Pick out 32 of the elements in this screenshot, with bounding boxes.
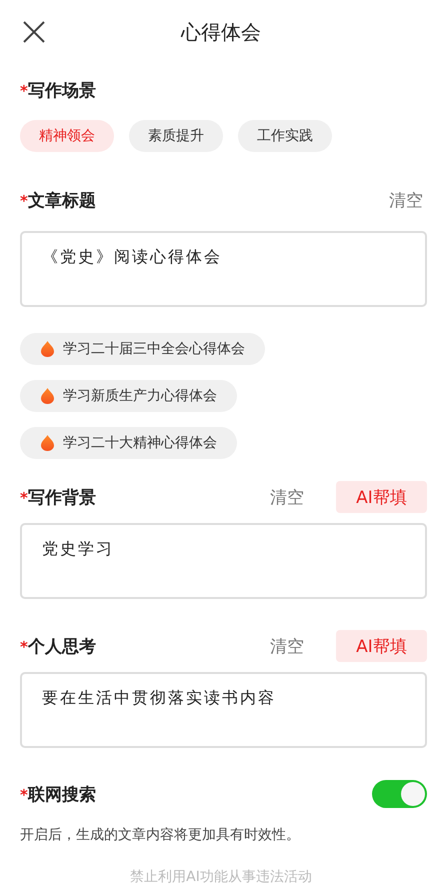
scene-chip[interactable]: 工作实践	[238, 120, 332, 152]
flame-icon	[41, 388, 54, 404]
required-mark: *	[20, 786, 28, 804]
section-label: 个人思考	[28, 636, 96, 658]
input-field[interactable]: 要在生活中贯彻落实读书内容	[20, 672, 427, 748]
suggestion-chip[interactable]: 学习二十届三中全会心得体会	[20, 333, 265, 365]
clear-button[interactable]: 清空	[270, 486, 304, 508]
scene-chip[interactable]: 素质提升	[129, 120, 223, 152]
page-title: 心得体会	[181, 18, 261, 46]
required-mark: *	[20, 488, 28, 506]
footer-notice: 禁止利用AI功能从事违法活动	[130, 868, 312, 886]
ai-fill-button[interactable]: AI帮填	[336, 481, 427, 513]
flame-icon	[41, 341, 54, 357]
clear-button[interactable]: 清空	[270, 634, 304, 658]
scene-chip[interactable]: 精神领会	[20, 120, 114, 152]
required-mark: *	[20, 192, 28, 210]
flame-icon	[41, 435, 54, 451]
suggestion-chip[interactable]: 学习二十大精神心得体会	[20, 427, 237, 459]
close-icon[interactable]	[23, 21, 45, 43]
required-mark: *	[20, 638, 28, 656]
clear-button[interactable]: 清空	[389, 188, 423, 212]
input-field[interactable]: 《党史》阅读心得体会	[20, 231, 427, 307]
suggestion-chip[interactable]: 学习新质生产力心得体会	[20, 380, 237, 412]
section-label: 写作场景	[28, 80, 96, 102]
section-label: 写作背景	[28, 486, 96, 508]
required-mark: *	[20, 82, 28, 100]
section-label: 文章标题	[28, 190, 96, 212]
toggle-switch[interactable]	[372, 780, 427, 808]
input-field[interactable]: 党史学习	[20, 523, 427, 599]
section-label: 联网搜索	[28, 784, 96, 806]
hint-text: 开启后，生成的文章内容将更加具有时效性。	[20, 826, 301, 845]
ai-fill-button[interactable]: AI帮填	[336, 630, 427, 662]
